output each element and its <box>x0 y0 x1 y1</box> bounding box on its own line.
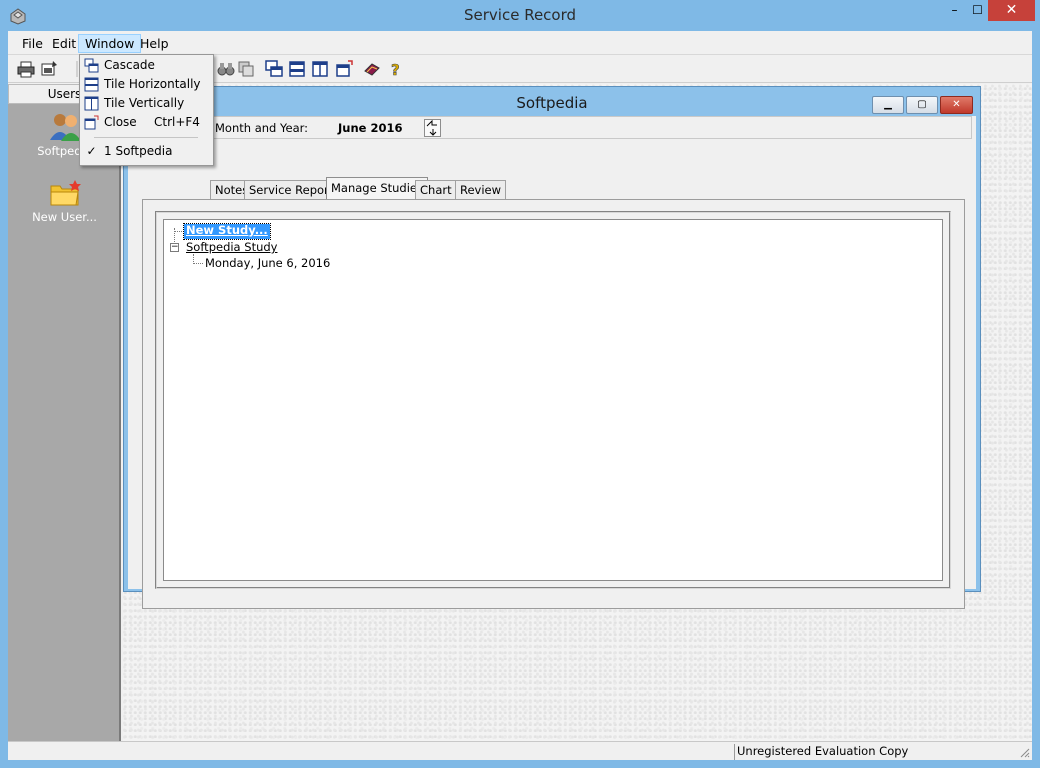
menu-item-tile-vertically[interactable]: Tile Vertically <box>82 94 211 113</box>
tile-vertical-icon[interactable] <box>310 59 330 79</box>
svg-text:?: ? <box>391 61 400 79</box>
menu-item-label: Tile Horizontally <box>104 77 201 91</box>
child-window-title: Softpedia <box>516 94 588 112</box>
study-tree[interactable]: New Study... − Softpedia Study Monday, J… <box>163 219 943 581</box>
binoculars-icon[interactable] <box>216 59 236 79</box>
tree-item-study[interactable]: Softpedia Study <box>186 240 277 254</box>
tree-frame: New Study... − Softpedia Study Monday, J… <box>155 211 951 589</box>
menu-help[interactable]: Help <box>134 34 175 53</box>
status-bar: Unregistered Evaluation Copy <box>8 741 1032 760</box>
child-close-button[interactable]: ✕ <box>940 96 973 114</box>
print-setup-icon[interactable] <box>39 59 59 79</box>
child-restore-button[interactable]: ▢ <box>906 96 938 114</box>
menu-window[interactable]: Window <box>78 34 142 53</box>
copy-icon[interactable] <box>236 59 256 79</box>
tree-item-date[interactable]: Monday, June 6, 2016 <box>205 256 330 270</box>
tile-horizontal-icon <box>84 77 99 92</box>
menu-item-label: 1 Softpedia <box>104 144 173 158</box>
tab-review[interactable]: Review <box>455 180 507 200</box>
tile-horizontal-icon[interactable] <box>287 59 307 79</box>
close-window-icon[interactable] <box>334 59 354 79</box>
tab-chart[interactable]: Chart <box>415 180 457 200</box>
close-window-icon <box>84 115 99 130</box>
window-menu-dropdown: Cascade Tile Horizontally Tile Verticall… <box>79 54 214 166</box>
checkmark-icon: ✓ <box>86 144 97 158</box>
menu-item-tile-horizontally[interactable]: Tile Horizontally <box>82 75 211 94</box>
print-icon[interactable] <box>16 59 36 79</box>
menu-item-cascade[interactable]: Cascade <box>82 56 211 75</box>
menu-item-label: Tile Vertically <box>104 96 185 110</box>
child-window-body: Month and Year: June 2016 Notes Service … <box>128 116 976 609</box>
tree-item-new-study[interactable]: New Study... <box>183 223 271 240</box>
menu-edit[interactable]: Edit <box>46 34 82 53</box>
menu-item-shortcut: Ctrl+F4 <box>154 115 200 129</box>
collapse-icon[interactable]: − <box>170 243 179 252</box>
manage-studies-panel: New Study... − Softpedia Study Monday, J… <box>142 199 965 609</box>
users-pane: Softpedia New User... <box>8 104 121 741</box>
menu-item-label: Cascade <box>104 58 155 72</box>
cascade-icon <box>84 58 99 73</box>
window-title: Service Record <box>463 6 577 24</box>
month-picker-icon <box>426 119 437 136</box>
menu-bar: File Edit Window Help <box>8 31 1032 55</box>
child-minimize-button[interactable]: ▁ <box>872 96 904 114</box>
users-icon <box>49 114 81 141</box>
book-icon[interactable] <box>362 59 382 79</box>
user-label: New User... <box>32 210 97 224</box>
menu-item-softpedia[interactable]: ✓ 1 Softpedia <box>82 142 211 161</box>
month-value: June 2016 <box>338 121 403 135</box>
help-icon[interactable]: ? <box>386 59 406 80</box>
menu-item-label: Close <box>104 115 137 129</box>
child-window[interactable]: Softpedia ▁ ▢ ✕ Month and Year: June 201… <box>123 86 981 609</box>
status-text: Unregistered Evaluation Copy <box>734 744 1032 760</box>
resize-grip-icon[interactable] <box>1018 746 1030 758</box>
month-label: Month and Year: <box>215 121 309 135</box>
month-bar: Month and Year: June 2016 <box>128 116 972 139</box>
close-button[interactable]: ✕ <box>988 0 1035 21</box>
menu-file[interactable]: File <box>16 34 49 53</box>
month-picker-button[interactable] <box>424 119 441 137</box>
menu-separator <box>94 137 198 138</box>
title-bar[interactable]: Service Record – ☐ ✕ <box>0 0 1040 31</box>
user-new[interactable]: New User... <box>8 178 121 224</box>
tile-vertical-icon <box>84 96 99 111</box>
menu-item-close[interactable]: Close Ctrl+F4 <box>82 113 211 132</box>
new-folder-icon <box>50 180 81 206</box>
tab-service-report[interactable]: Service Report <box>244 180 339 200</box>
cascade-icon[interactable] <box>264 59 284 79</box>
tab-manage-studies[interactable]: Manage Studies <box>326 177 428 200</box>
